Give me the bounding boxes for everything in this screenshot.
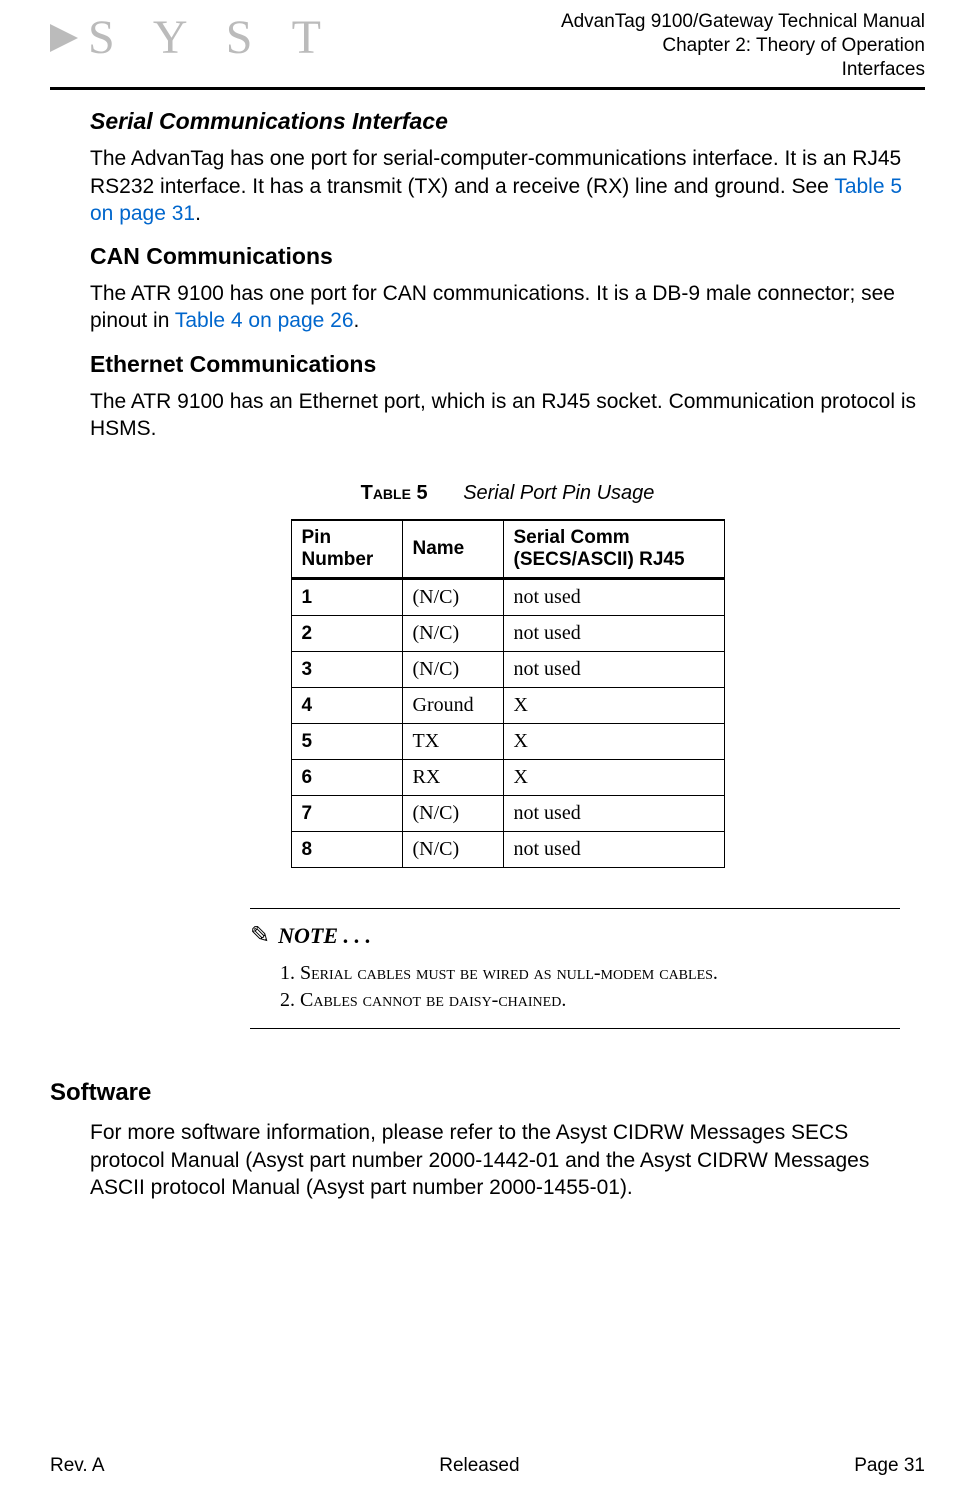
software-body: For more software information, please re… (90, 1119, 925, 1201)
table-row: 3(N/C)not used (291, 652, 724, 688)
footer-rev: Rev. A (50, 1455, 105, 1477)
serial-body-b: . (195, 202, 201, 225)
header-chapter: Chapter 2: Theory of Operation (561, 34, 925, 58)
can-comm-body: The ATR 9100 has one port for CAN commun… (90, 280, 925, 335)
serial-comm-heading: Serial Communications Interface (90, 108, 925, 135)
pencil-icon: ✎ (250, 921, 270, 950)
logo: S Y S T (50, 10, 335, 65)
th-usage: Serial Comm (SECS/ASCII) RJ45 (503, 520, 724, 579)
software-heading: Software (50, 1079, 925, 1107)
table-row: 6RXX (291, 760, 724, 796)
header-manual-title: AdvanTag 9100/Gateway Technical Manual (561, 10, 925, 34)
table-row: 8(N/C)not used (291, 832, 724, 868)
table-title: Serial Port Pin Usage (463, 482, 654, 504)
table-caption: Table 5 Serial Port Pin Usage (90, 482, 925, 505)
eth-comm-body: The ATR 9100 has an Ethernet port, which… (90, 388, 925, 443)
table-row: 5TXX (291, 724, 724, 760)
table4-link[interactable]: Table 4 on page 26 (175, 309, 354, 332)
serial-body-a: The AdvanTag has one port for serial-com… (90, 147, 901, 197)
table-number: Table 5 (361, 482, 428, 504)
th-name: Name (402, 520, 503, 579)
table-row: 7(N/C)not used (291, 796, 724, 832)
logo-text: S Y S T (88, 10, 335, 65)
note-title: NOTE . . . (278, 923, 371, 949)
can-comm-heading: CAN Communications (90, 243, 925, 270)
serial-comm-body: The AdvanTag has one port for serial-com… (90, 145, 925, 227)
pin-usage-table: Pin Number Name Serial Comm (SECS/ASCII)… (291, 519, 725, 868)
footer-page: Page 31 (854, 1455, 925, 1477)
header-section: Interfaces (561, 58, 925, 82)
footer-status: Released (439, 1455, 519, 1477)
note-box: ✎ NOTE . . . 1. Serial cables must be wi… (250, 908, 900, 1029)
table-row: 2(N/C)not used (291, 616, 724, 652)
eth-comm-heading: Ethernet Communications (90, 351, 925, 378)
page-header: S Y S T AdvanTag 9100/Gateway Technical … (50, 10, 925, 90)
table-row: 1(N/C)not used (291, 579, 724, 616)
can-body-b: . (354, 309, 360, 332)
header-meta: AdvanTag 9100/Gateway Technical Manual C… (561, 10, 925, 81)
th-pin: Pin Number (291, 520, 402, 579)
logo-triangle-icon (50, 24, 78, 52)
note-item-2: 2. Cables cannot be daisy-chained. (280, 987, 900, 1014)
note-item-1: 1. Serial cables must be wired as null-m… (280, 960, 900, 987)
table-row: 4GroundX (291, 688, 724, 724)
page-footer: Rev. A Released Page 31 (50, 1455, 925, 1507)
table-header-row: Pin Number Name Serial Comm (SECS/ASCII)… (291, 520, 724, 579)
